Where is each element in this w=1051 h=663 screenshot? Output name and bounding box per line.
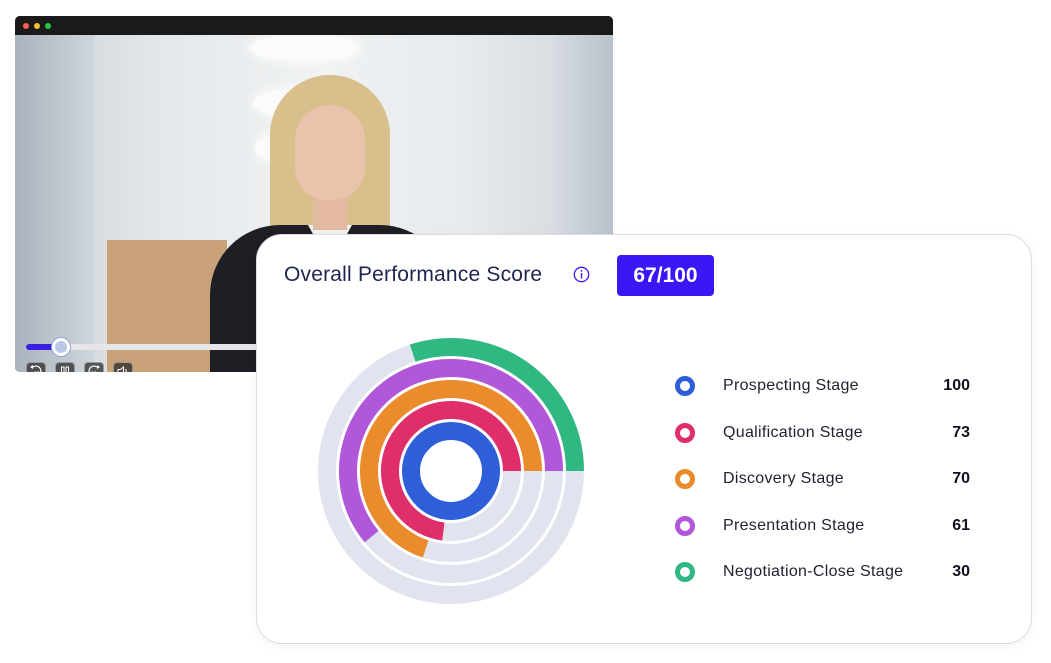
legend-label: Prospecting Stage: [723, 377, 859, 395]
rewind-10-label: 10: [34, 371, 40, 372]
rewind-10-button[interactable]: 10: [26, 362, 46, 372]
score-badge: 67/100: [617, 255, 714, 296]
card-title: Overall Performance Score: [284, 263, 543, 286]
volume-icon: [117, 365, 127, 372]
chart-legend: Prospecting Stage 100 Qualification Stage 7…: [675, 363, 970, 596]
maximize-dot-icon[interactable]: [45, 22, 51, 29]
video-controls: 10 10: [26, 362, 133, 372]
legend-item-qualification-stage[interactable]: Qualification Stage 73: [675, 410, 970, 457]
legend-marker-icon: [675, 422, 695, 443]
close-dot-icon[interactable]: [23, 22, 29, 29]
legend-item-negotiation-close-stage[interactable]: Negotiation-Close Stage 30: [675, 549, 970, 596]
legend-value: 73: [952, 423, 970, 441]
legend-marker-icon: [675, 469, 695, 490]
radial-bar-chart: [318, 338, 584, 604]
pause-button[interactable]: [55, 362, 75, 372]
video-progress-thumb[interactable]: [51, 338, 70, 356]
pause-icon: [61, 366, 69, 372]
legend-value: 70: [952, 470, 970, 488]
legend-value: 30: [952, 563, 970, 581]
legend-marker-icon: [675, 562, 695, 583]
volume-button[interactable]: [113, 362, 133, 372]
legend-item-discovery-stage[interactable]: Discovery Stage 70: [675, 456, 970, 503]
legend-value: 61: [952, 516, 970, 534]
legend-item-presentation-stage[interactable]: Presentation Stage 61: [675, 503, 970, 550]
legend-value: 100: [943, 377, 970, 395]
info-icon[interactable]: [573, 266, 590, 283]
legend-marker-icon: [675, 515, 695, 536]
performance-score-card: Overall Performance Score 67/100 Prospec…: [256, 234, 1032, 644]
window-titlebar: [15, 16, 613, 35]
legend-marker-icon: [675, 376, 695, 397]
legend-label: Discovery Stage: [723, 470, 844, 488]
legend-label: Qualification Stage: [723, 423, 864, 441]
ring-bar-prospecting-stage[interactable]: [402, 422, 500, 520]
legend-item-prospecting-stage[interactable]: Prospecting Stage 100: [675, 363, 970, 410]
forward-10-button[interactable]: 10: [84, 362, 104, 372]
minimize-dot-icon[interactable]: [34, 22, 40, 29]
legend-label: Negotiation-Close Stage: [723, 563, 904, 581]
forward-10-label: 10: [91, 371, 97, 372]
rewind-10-icon: 10: [30, 365, 42, 372]
legend-label: Presentation Stage: [723, 516, 865, 534]
forward-10-icon: 10: [88, 365, 100, 372]
